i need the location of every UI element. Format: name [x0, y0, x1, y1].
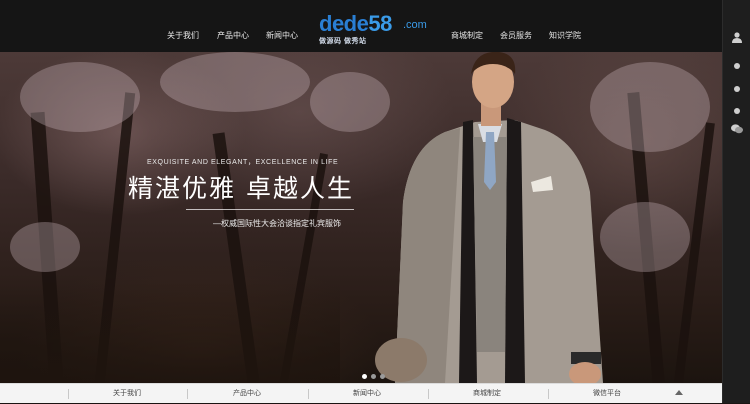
- slide-dot-1[interactable]: [362, 374, 367, 379]
- separator: [308, 389, 309, 399]
- hero-headline: 精湛优雅 卓越人生: [128, 174, 354, 203]
- bottom-item-about[interactable]: 关于我们: [113, 384, 141, 404]
- hero-banner: EXQUISITE AND ELEGANT，EXCELLENCE IN LIFE…: [0, 52, 722, 383]
- bottom-item-news[interactable]: 新闻中心: [353, 384, 381, 404]
- logo-wordmark: dede58: [319, 11, 392, 36]
- top-navigation: 关于我们 产品中心 新闻中心 dede58 .com 做源码 做秀站 商城制定 …: [0, 0, 722, 52]
- scroll-up-icon[interactable]: [675, 390, 683, 395]
- dot-icon[interactable]: [723, 56, 750, 74]
- dot-icon[interactable]: [723, 101, 750, 119]
- separator: [187, 389, 188, 399]
- dot-icon[interactable]: [723, 79, 750, 97]
- slide-dot-3[interactable]: [380, 374, 385, 379]
- separator: [428, 389, 429, 399]
- right-sidebar: [722, 0, 750, 403]
- separator: [68, 389, 69, 399]
- slide-dot-2[interactable]: [371, 374, 376, 379]
- nav-item-news[interactable]: 新闻中心: [266, 0, 298, 52]
- logo-tagline: 做源码 做秀站: [319, 38, 367, 45]
- hero-tagline-english: EXQUISITE AND ELEGANT，EXCELLENCE IN LIFE: [147, 159, 339, 166]
- model-photo: [375, 52, 603, 383]
- logo-suffix: .com: [403, 19, 427, 31]
- wechat-icon[interactable]: [723, 121, 750, 139]
- hero-subtitle: —权威国际性大会洽谈指定礼宾服饰: [213, 219, 341, 228]
- bottom-navigation: 关于我们 产品中心 新闻中心 商城制定 微信平台: [0, 383, 722, 403]
- user-icon[interactable]: [723, 30, 750, 48]
- nav-item-products[interactable]: 产品中心: [217, 0, 249, 52]
- slide-pager: [362, 366, 389, 383]
- hero-divider: [186, 209, 354, 210]
- bottom-item-wechat[interactable]: 微信平台: [593, 384, 621, 404]
- nav-item-academy[interactable]: 知识学院: [549, 0, 581, 52]
- nav-item-member[interactable]: 会员服务: [500, 0, 532, 52]
- bottom-item-mall[interactable]: 商城制定: [473, 384, 501, 404]
- separator: [548, 389, 549, 399]
- bottom-item-products[interactable]: 产品中心: [233, 384, 261, 404]
- nav-item-mall[interactable]: 商城制定: [451, 0, 483, 52]
- nav-item-about[interactable]: 关于我们: [167, 0, 199, 52]
- site-logo[interactable]: dede58 .com 做源码 做秀站: [319, 12, 431, 46]
